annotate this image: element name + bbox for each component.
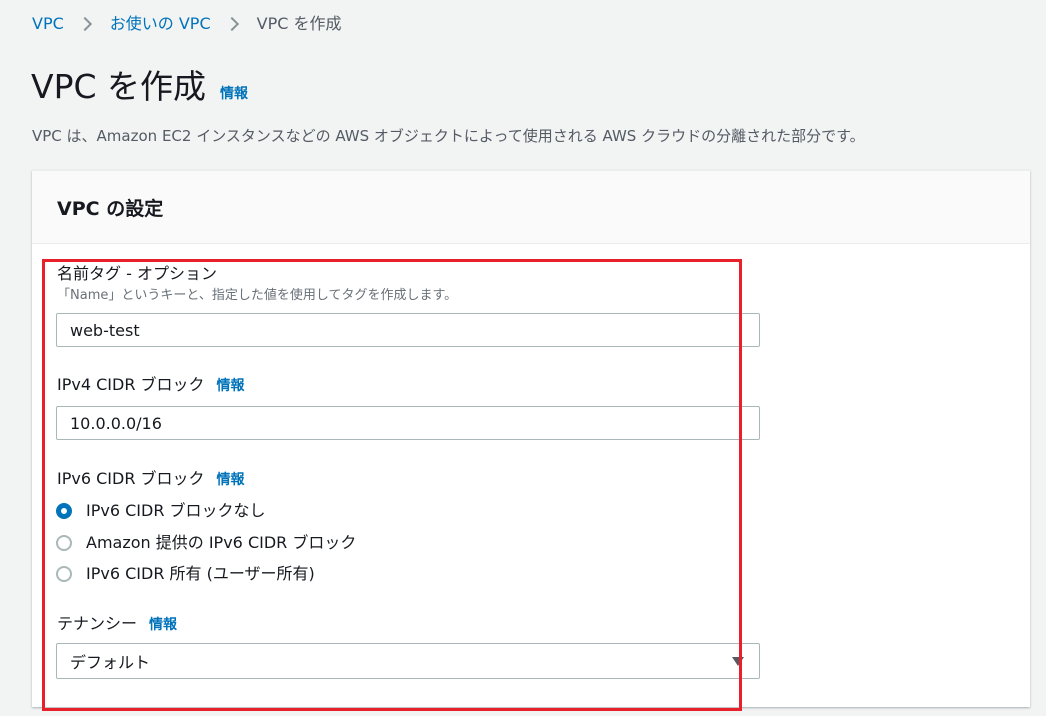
ipv4-cidr-input[interactable] — [56, 406, 760, 440]
tenancy-label: テナンシー 情報 — [57, 613, 177, 636]
ipv6-option-none-label: IPv6 CIDR ブロックなし — [86, 501, 266, 520]
tenancy-selected-value: デフォルト — [70, 653, 151, 672]
title-row: VPC を作成 情報 — [31, 64, 248, 110]
ipv4-cidr-label-text: IPv4 CIDR ブロック — [57, 375, 205, 394]
page-description: VPC は、Amazon EC2 インスタンスなどの AWS オブジェクトによっ… — [32, 127, 865, 145]
name-tag-label: 名前タグ - オプション — [57, 263, 217, 285]
page-title: VPC を作成 — [31, 67, 207, 106]
tenancy-info-link[interactable]: 情報 — [149, 614, 177, 636]
breadcrumb-current: VPC を作成 — [256, 14, 342, 33]
chevron-right-icon — [77, 16, 92, 32]
ipv6-cidr-label: IPv6 CIDR ブロック 情報 — [57, 468, 245, 491]
name-tag-input[interactable] — [56, 313, 760, 347]
panel-title: VPC の設定 — [57, 197, 164, 220]
radio-checked-icon[interactable] — [56, 503, 72, 519]
ipv6-info-link[interactable]: 情報 — [217, 469, 245, 491]
ipv6-option-byoip-label: IPv6 CIDR 所有 (ユーザー所有) — [86, 564, 315, 583]
breadcrumb-your-vpcs-link[interactable]: お使いの VPC — [110, 13, 211, 35]
ipv4-cidr-label: IPv4 CIDR ブロック 情報 — [57, 374, 245, 397]
ipv6-option-amazon-label: Amazon 提供の IPv6 CIDR ブロック — [86, 533, 357, 552]
radio-unchecked-icon[interactable] — [56, 566, 72, 582]
name-tag-description: 「Name」というキーと、指定した値を使用してタグを作成します。 — [57, 288, 458, 303]
tenancy-select[interactable]: デフォルト — [56, 643, 760, 679]
breadcrumb: VPC お使いの VPC VPC を作成 — [32, 13, 341, 35]
ipv6-option-byoip[interactable]: IPv6 CIDR 所有 (ユーザー所有) — [56, 563, 315, 585]
breadcrumb-vpc-link[interactable]: VPC — [32, 13, 64, 35]
ipv6-cidr-label-text: IPv6 CIDR ブロック — [57, 469, 205, 488]
name-tag-label-text: 名前タグ - オプション — [57, 264, 217, 283]
radio-unchecked-icon[interactable] — [56, 535, 72, 551]
tenancy-label-text: テナンシー — [57, 614, 138, 633]
caret-down-icon — [732, 656, 744, 666]
ipv6-option-amazon[interactable]: Amazon 提供の IPv6 CIDR ブロック — [56, 532, 356, 554]
title-info-link[interactable]: 情報 — [220, 83, 248, 103]
ipv6-option-none[interactable]: IPv6 CIDR ブロックなし — [56, 500, 266, 522]
page: VPC お使いの VPC VPC を作成 VPC を作成 情報 VPC は、Am… — [0, 0, 1046, 716]
ipv4-info-link[interactable]: 情報 — [217, 375, 245, 397]
chevron-right-icon — [224, 16, 239, 32]
panel-header: VPC の設定 — [32, 171, 1030, 244]
